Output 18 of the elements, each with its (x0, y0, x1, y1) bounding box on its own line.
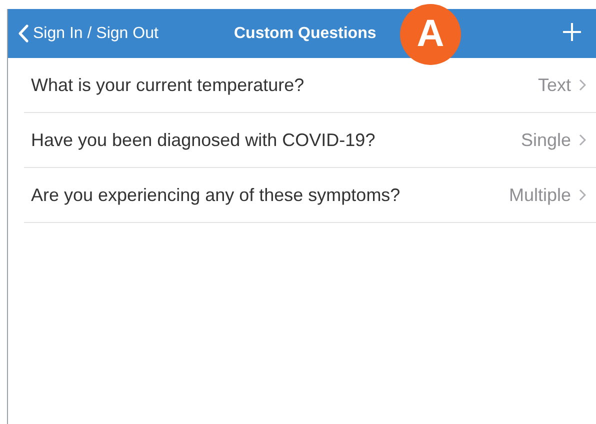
chevron-icon (579, 79, 586, 91)
question-text: Have you been diagnosed with COVID-19? (30, 128, 376, 152)
question-row[interactable]: Are you experiencing any of these symptoms? Multiple (24, 168, 596, 223)
back-button[interactable]: Sign In / Sign Out (8, 22, 158, 46)
question-row[interactable]: What is your current temperature? Text (24, 58, 596, 113)
question-type: Multiple (508, 184, 571, 207)
annotation-badge: A (400, 4, 461, 65)
question-type: Single (520, 128, 571, 152)
question-text: What is your current temperature? (30, 74, 304, 97)
back-chevron-icon (18, 24, 29, 43)
chevron-icon (579, 134, 586, 146)
add-button[interactable] (562, 22, 582, 42)
question-text: Are you experiencing any of these symptoms? (30, 184, 400, 207)
add-icon (562, 22, 582, 42)
question-row[interactable]: Have you been diagnosed with COVID-19? Single (24, 113, 596, 168)
question-type: Text (538, 74, 571, 96)
chevron-icon (579, 189, 586, 201)
nav-title: Custom Questions (234, 24, 376, 44)
